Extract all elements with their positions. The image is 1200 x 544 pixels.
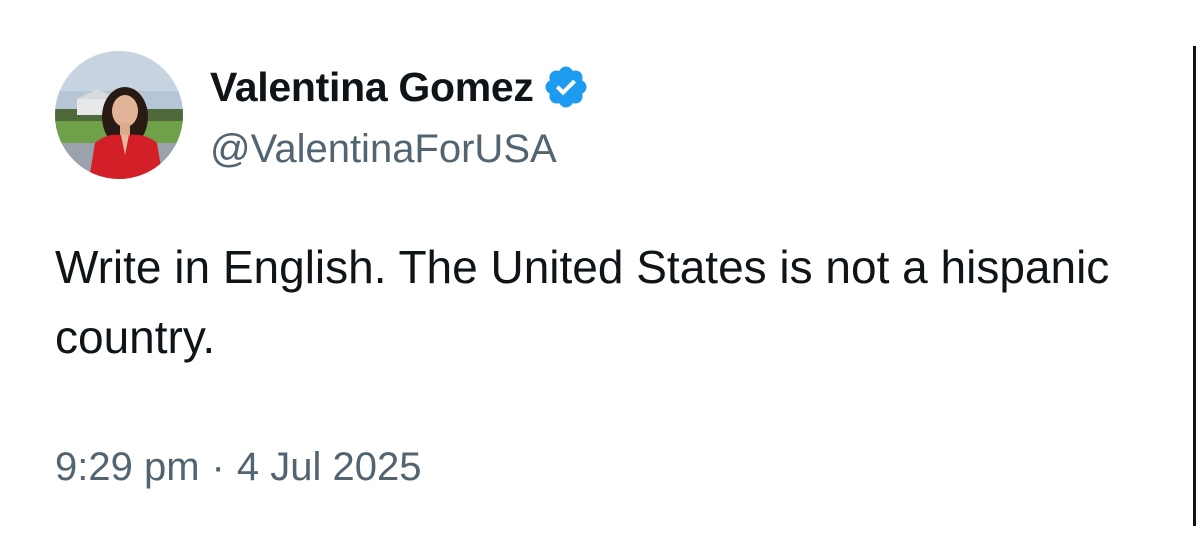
- tweet-time: 9:29 pm: [55, 445, 200, 489]
- separator-dot: ·: [211, 445, 225, 489]
- avatar[interactable]: [55, 51, 183, 179]
- verified-badge-icon[interactable]: [542, 62, 592, 112]
- tweet-date: 4 Jul 2025: [236, 445, 422, 489]
- author-display-name[interactable]: Valentina Gomez: [210, 62, 534, 112]
- tweet-text: Write in English. The United States is n…: [55, 241, 1110, 363]
- avatar-photo: [55, 51, 183, 179]
- scroll-edge-divider: [1193, 46, 1196, 526]
- tweet-timestamp[interactable]: 9:29 pm · 4 Jul 2025: [55, 440, 421, 494]
- author-name-row: Valentina Gomez: [210, 62, 592, 112]
- author-handle[interactable]: @ValentinaForUSA: [210, 124, 557, 174]
